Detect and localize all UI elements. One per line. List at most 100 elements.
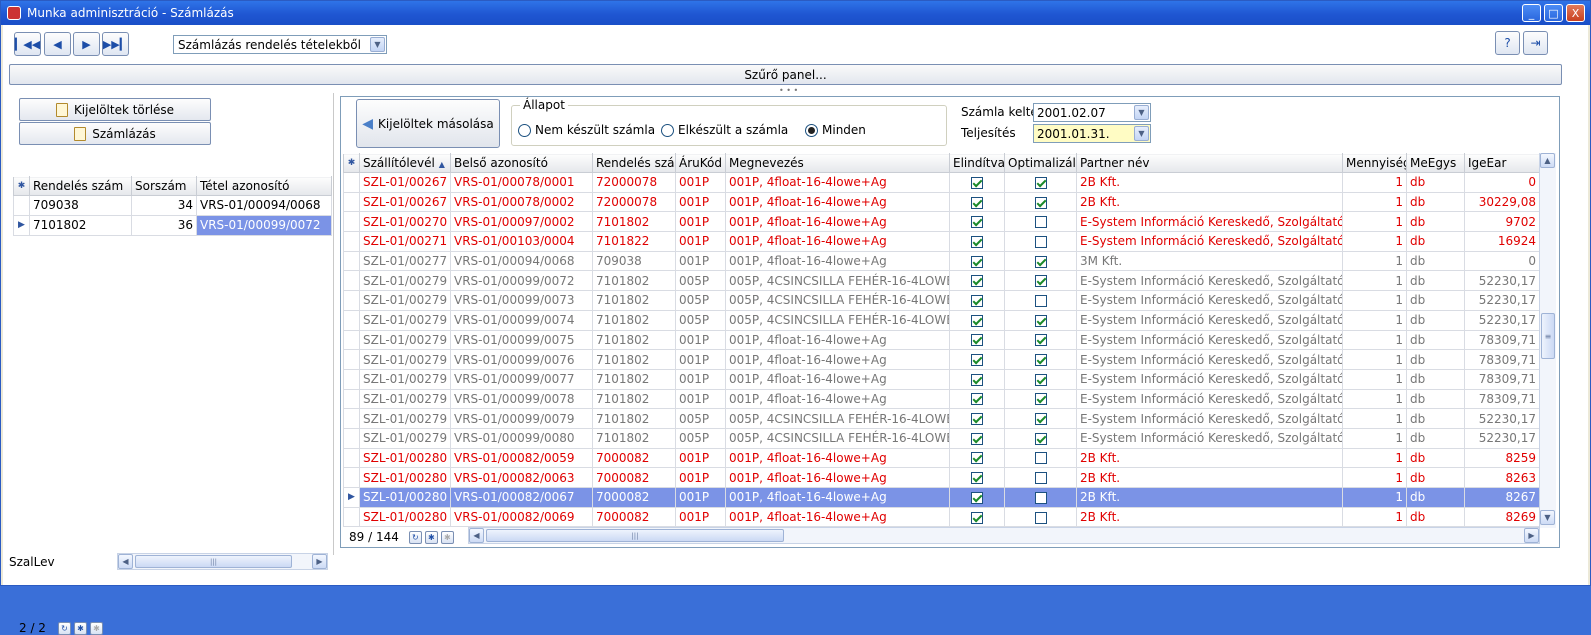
- cell-partner-nev[interactable]: E-System Információ Kereskedő, Szolgálta…: [1076, 231, 1343, 252]
- cell-igeear[interactable]: 8259: [1464, 447, 1539, 469]
- scroll-thumb[interactable]: ≡: [1541, 313, 1555, 359]
- cell-optimalizalva[interactable]: [1004, 172, 1077, 193]
- col-tetel[interactable]: Tétel azonosító: [196, 176, 332, 196]
- cell-belso-azonosito[interactable]: VRS-01/00082/0063: [450, 467, 593, 488]
- checkbox[interactable]: [971, 432, 983, 445]
- col-rendeles[interactable]: Rendelés szám: [29, 176, 132, 196]
- row-indicator[interactable]: [343, 250, 360, 272]
- cell-elinditva[interactable]: [949, 191, 1005, 213]
- current-row-icon[interactable]: ▶: [13, 214, 30, 236]
- row-indicator[interactable]: [343, 211, 360, 233]
- cell-mennyiseg[interactable]: 1: [1342, 329, 1407, 351]
- cell-optimalizalva[interactable]: [1004, 388, 1077, 410]
- cell-partner-nev[interactable]: 2B Kft.: [1076, 506, 1343, 528]
- cell-meegys[interactable]: db: [1406, 467, 1465, 488]
- cell-optimalizalva[interactable]: [1004, 408, 1077, 429]
- cell-mennyiseg[interactable]: 1: [1342, 270, 1407, 292]
- row-indicator[interactable]: [343, 368, 360, 390]
- cell-mennyiseg[interactable]: 1: [1342, 211, 1407, 233]
- cell-elinditva[interactable]: [949, 388, 1005, 410]
- scroll-thumb[interactable]: |||: [486, 529, 784, 542]
- cell-partner-nev[interactable]: E-System Információ Kereskedő, Szolgálta…: [1076, 290, 1343, 311]
- checkbox[interactable]: [971, 452, 983, 465]
- cell-mennyiseg[interactable]: 1: [1342, 290, 1407, 311]
- cell-optimalizalva[interactable]: [1004, 250, 1077, 272]
- cell-belso-azonosito[interactable]: VRS-01/00099/0072: [450, 270, 593, 292]
- cell-szallitolevel[interactable]: SZL-01/00279: [359, 309, 451, 331]
- checkbox[interactable]: [971, 176, 983, 189]
- table-row[interactable]: SZL-01/00271 VRS-01/00103/0004 7101822 001P…: [343, 231, 1539, 252]
- cell-elinditva[interactable]: [949, 329, 1005, 351]
- cell-elinditva[interactable]: [949, 467, 1005, 488]
- cell-rendeles-szam[interactable]: 7000082: [592, 467, 676, 488]
- cell-megnevezes[interactable]: 001P, 4float-16-4lowe+Ag: [725, 447, 950, 469]
- radio-circle[interactable]: [518, 123, 531, 137]
- checkbox[interactable]: [971, 354, 983, 367]
- close-button[interactable]: X: [1566, 4, 1585, 22]
- cell-igeear[interactable]: 52230,17: [1464, 270, 1539, 292]
- row-indicator[interactable]: [343, 191, 360, 213]
- cell-rendeles-szam[interactable]: 7101822: [592, 231, 676, 252]
- cell-igeear[interactable]: 52230,17: [1464, 408, 1539, 429]
- cell-megnevezes[interactable]: 001P, 4float-16-4lowe+Ag: [725, 329, 950, 351]
- checkbox[interactable]: [971, 294, 983, 307]
- radio-circle[interactable]: [661, 123, 674, 137]
- cell-igeear[interactable]: 78309,71: [1464, 349, 1539, 370]
- col-meegys[interactable]: MeEgys: [1406, 153, 1465, 173]
- table-row[interactable]: SZL-01/00279 VRS-01/00099/0075 7101802 001P…: [343, 329, 1539, 351]
- cell-optimalizalva[interactable]: [1004, 231, 1077, 252]
- checkbox[interactable]: [971, 511, 983, 524]
- col-sorszam[interactable]: Sorszám: [131, 176, 197, 196]
- cell-partner-nev[interactable]: 2B Kft.: [1076, 447, 1343, 469]
- checkbox[interactable]: [1034, 314, 1047, 327]
- checkbox[interactable]: [1034, 216, 1047, 229]
- cell-optimalizalva[interactable]: [1004, 270, 1077, 292]
- cell-belso-azonosito[interactable]: VRS-01/00078/0002: [450, 191, 593, 213]
- cell-elinditva[interactable]: [949, 290, 1005, 311]
- cell-mennyiseg[interactable]: 1: [1342, 447, 1407, 469]
- cell-arukod[interactable]: 001P: [675, 388, 726, 410]
- checkbox[interactable]: [971, 413, 983, 426]
- row-indicator[interactable]: [13, 195, 30, 216]
- radio-all[interactable]: Minden: [805, 123, 866, 137]
- cell-partner-nev[interactable]: E-System Információ Kereskedő, Szolgálta…: [1076, 427, 1343, 449]
- cell-rendeles-szam[interactable]: 709038: [592, 250, 676, 272]
- cell-sorszam[interactable]: 34: [131, 195, 197, 216]
- checkbox[interactable]: [1034, 196, 1047, 209]
- checkbox[interactable]: [1034, 452, 1047, 465]
- refresh-icon[interactable]: ↻: [408, 530, 422, 544]
- cell-igeear[interactable]: 78309,71: [1464, 368, 1539, 390]
- cell-arukod[interactable]: 001P: [675, 329, 726, 351]
- cell-meegys[interactable]: db: [1406, 506, 1465, 528]
- cell-mennyiseg[interactable]: 1: [1342, 388, 1407, 410]
- cell-meegys[interactable]: db: [1406, 487, 1465, 508]
- row-indicator[interactable]: [343, 290, 360, 311]
- cell-rendeles-szam[interactable]: 7101802: [592, 388, 676, 410]
- cell-megnevezes[interactable]: 001P, 4float-16-4lowe+Ag: [725, 349, 950, 370]
- scroll-right-icon[interactable]: ▶: [1524, 528, 1539, 543]
- row-indicator[interactable]: [343, 270, 360, 292]
- checkbox[interactable]: [971, 373, 983, 386]
- maximize-button[interactable]: □: [1544, 4, 1563, 22]
- cell-meegys[interactable]: db: [1406, 388, 1465, 410]
- checkbox[interactable]: [1034, 354, 1047, 367]
- cell-szallitolevel[interactable]: SZL-01/00279: [359, 368, 451, 390]
- cell-igeear[interactable]: 8269: [1464, 506, 1539, 528]
- table-row[interactable]: SZL-01/00280 VRS-01/00082/0069 7000082 001P…: [343, 506, 1539, 528]
- cell-optimalizalva[interactable]: [1004, 467, 1077, 488]
- cell-arukod[interactable]: 001P: [675, 191, 726, 213]
- cell-arukod[interactable]: 005P: [675, 427, 726, 449]
- cell-tetel[interactable]: VRS-01/00099/0072: [196, 214, 332, 236]
- checkbox[interactable]: [1034, 472, 1047, 485]
- table-row[interactable]: 709038 34 VRS-01/00094/0068: [13, 195, 332, 216]
- cell-igeear[interactable]: 0: [1464, 250, 1539, 272]
- cell-megnevezes[interactable]: 001P, 4float-16-4lowe+Ag: [725, 211, 950, 233]
- checkbox[interactable]: [971, 314, 983, 327]
- cell-partner-nev[interactable]: 3M Kft.: [1076, 250, 1343, 272]
- cell-partner-nev[interactable]: E-System Információ Kereskedő, Szolgálta…: [1076, 329, 1343, 351]
- cell-tetel[interactable]: VRS-01/00094/0068: [196, 195, 332, 216]
- new-row-icon[interactable]: ✱: [343, 153, 360, 173]
- table-row[interactable]: SZL-01/00279 VRS-01/00099/0079 7101802 005P…: [343, 408, 1539, 429]
- cell-mennyiseg[interactable]: 1: [1342, 309, 1407, 331]
- row-indicator[interactable]: [343, 447, 360, 469]
